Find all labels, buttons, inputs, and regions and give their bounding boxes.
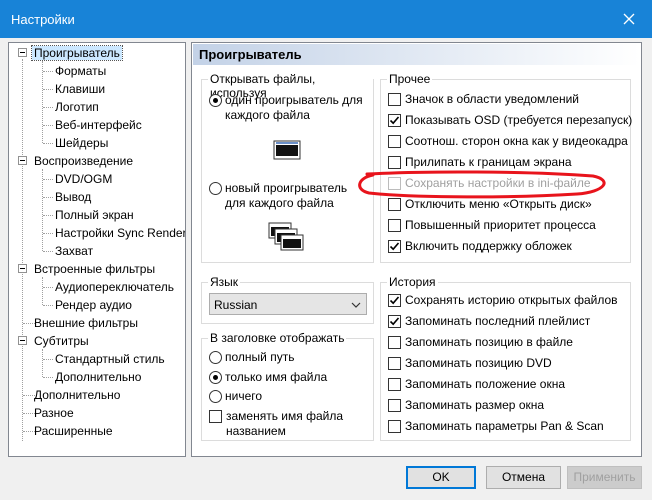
checkbox-row[interactable]: Запоминать позицию DVD	[388, 356, 552, 371]
checkbox-row[interactable]: Включить поддержку обложек	[388, 239, 572, 254]
tree-item-fullscreen[interactable]: Полный экран	[53, 206, 136, 224]
tree-item-subtitles-advanced[interactable]: Дополнительно	[53, 368, 143, 386]
collapse-icon[interactable]	[18, 48, 27, 57]
tree-item-internal-filters[interactable]: Встроенные фильтры	[17, 260, 157, 278]
checkbox-row[interactable]: Запоминать параметры Pan & Scan	[388, 419, 604, 434]
checked-checkbox[interactable]	[388, 315, 401, 328]
red-annotation-ellipse	[358, 170, 606, 199]
multiple-windows-icon	[268, 222, 304, 251]
radio-nothing[interactable]: ничего	[209, 389, 262, 404]
tree-item-capture[interactable]: Захват	[53, 242, 95, 260]
checkbox[interactable]	[388, 378, 401, 391]
checked-checkbox[interactable]	[388, 240, 401, 253]
language-select[interactable]: Russian	[209, 293, 367, 315]
close-button[interactable]	[606, 0, 652, 38]
checkbox[interactable]	[388, 420, 401, 433]
checkbox-row[interactable]: Запоминать положение окна	[388, 377, 565, 392]
single-window-icon	[273, 140, 301, 160]
checked-checkbox[interactable]	[388, 294, 401, 307]
tree-item-subtitles[interactable]: Субтитры	[17, 332, 91, 350]
radio-file-name-only[interactable]: только имя файла	[209, 370, 327, 385]
checkbox-row[interactable]: Показывать OSD (требуется перезапуск)	[388, 113, 632, 128]
ok-button[interactable]: OK	[406, 466, 476, 489]
panel-title: Проигрыватель	[199, 47, 302, 62]
apply-button[interactable]: Применить	[567, 466, 642, 489]
chevron-down-icon	[351, 302, 361, 308]
checkbox[interactable]	[388, 399, 401, 412]
checkbox-row[interactable]: Повышенный приоритет процесса	[388, 218, 596, 233]
collapse-icon[interactable]	[18, 264, 27, 273]
language-title: Язык	[208, 275, 241, 289]
tree-item-player[interactable]: Проигрыватель	[17, 44, 123, 62]
checkbox-row[interactable]: Значок в области уведомлений	[388, 92, 579, 107]
tree-item-dvd-ogm[interactable]: DVD/OGM	[53, 170, 114, 188]
radio-button[interactable]	[209, 390, 222, 403]
language-value: Russian	[214, 298, 258, 312]
radio-one-player[interactable]: один проигрыватель для каждого файла	[209, 93, 369, 123]
tree-item-audio-switcher[interactable]: Аудиопереключатель	[53, 278, 176, 296]
history-title: История	[387, 275, 438, 289]
title-display-title: В заголовке отображать	[208, 331, 347, 345]
other-title: Прочее	[387, 72, 433, 86]
settings-tree[interactable]: Проигрыватель Форматы Клавиши Логотип Ве…	[8, 42, 186, 457]
radio-button[interactable]	[209, 182, 222, 195]
window-title: Настройки	[11, 12, 75, 27]
title-bar: Настройки	[0, 0, 652, 38]
cancel-button[interactable]: Отмена	[486, 466, 561, 489]
checkmark-icon	[389, 296, 400, 305]
radio-button[interactable]	[209, 351, 222, 364]
tree-item-web-interface[interactable]: Веб-интерфейс	[53, 116, 144, 134]
tree-item-output[interactable]: Вывод	[53, 188, 93, 206]
tree-item-misc[interactable]: Разное	[32, 404, 76, 422]
checkbox[interactable]	[388, 357, 401, 370]
checkbox-replace-with-title[interactable]: заменять имя файла названием	[209, 409, 369, 439]
collapse-icon[interactable]	[18, 156, 27, 165]
checkbox-row[interactable]: Запоминать размер окна	[388, 398, 544, 413]
checkbox[interactable]	[388, 219, 401, 232]
checkmark-icon	[389, 116, 400, 125]
close-icon	[623, 13, 635, 25]
radio-button[interactable]	[209, 371, 222, 384]
panel-header: Проигрыватель	[193, 44, 640, 65]
tree-item-audio-renderer[interactable]: Рендер аудио	[53, 296, 134, 314]
checkbox-row[interactable]: Соотнош. сторон окна как у видеокадра	[388, 134, 628, 149]
tree-item-formats[interactable]: Форматы	[53, 62, 108, 80]
checkbox-row[interactable]: Запоминать последний плейлист	[388, 314, 590, 329]
checkbox[interactable]	[388, 336, 401, 349]
collapse-icon[interactable]	[18, 336, 27, 345]
tree-item-shaders[interactable]: Шейдеры	[53, 134, 110, 152]
radio-new-player[interactable]: новый проигрыватель для каждого файла	[209, 181, 369, 211]
checkbox-row[interactable]: Запоминать позицию в файле	[388, 335, 573, 350]
radio-button[interactable]	[209, 94, 222, 107]
tree-item-sync-render[interactable]: Настройки Sync Render	[53, 224, 185, 242]
tree-item-default-style[interactable]: Стандартный стиль	[53, 350, 167, 368]
tree-item-keys[interactable]: Клавиши	[53, 80, 107, 98]
checkbox[interactable]	[388, 93, 401, 106]
tree-item-extended[interactable]: Расширенные	[32, 422, 115, 440]
tree-item-external-filters[interactable]: Внешние фильтры	[32, 314, 140, 332]
checked-checkbox[interactable]	[388, 114, 401, 127]
checkmark-icon	[389, 317, 400, 326]
tree-item-logo[interactable]: Логотип	[53, 98, 101, 116]
checkbox[interactable]	[209, 410, 222, 423]
checkmark-icon	[389, 242, 400, 251]
checkbox[interactable]	[388, 135, 401, 148]
tree-item-playback[interactable]: Воспроизведение	[17, 152, 135, 170]
tree-item-advanced[interactable]: Дополнительно	[32, 386, 122, 404]
radio-full-path[interactable]: полный путь	[209, 350, 294, 365]
checkbox-row[interactable]: Сохранять историю открытых файлов	[388, 293, 618, 308]
